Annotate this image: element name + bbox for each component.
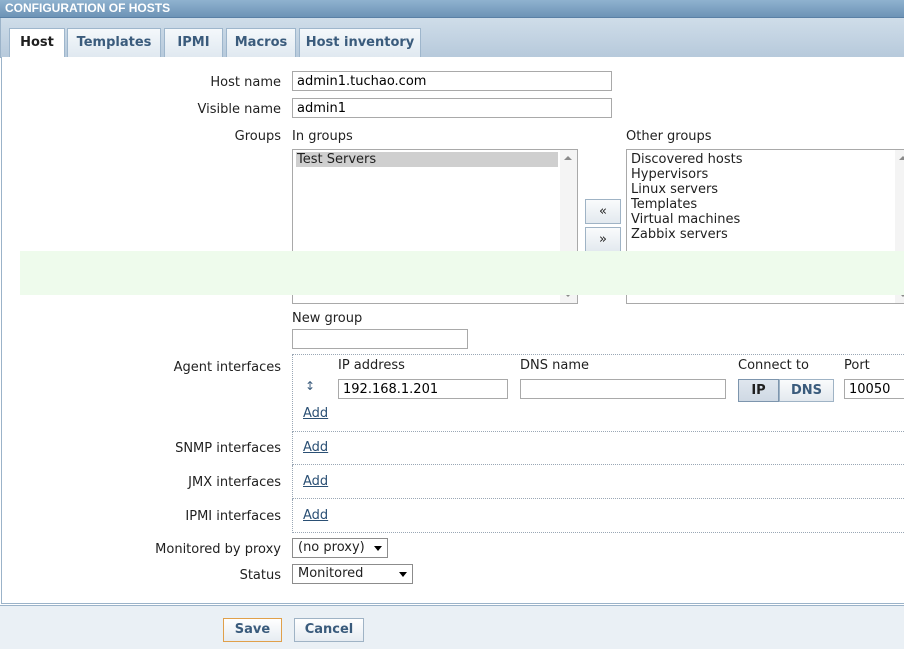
status-select[interactable]: Monitored <box>292 564 413 584</box>
snmp-interfaces-label: SNMP interfaces <box>175 441 281 456</box>
new-group-label: New group <box>292 311 363 326</box>
list-item[interactable]: Hypervisors <box>630 167 901 182</box>
visible-name-label: Visible name <box>197 102 281 117</box>
jmx-interfaces-label: JMX interfaces <box>188 475 281 490</box>
chevron-down-icon <box>374 546 382 551</box>
port-header: Port <box>844 358 870 373</box>
dns-name-header: DNS name <box>520 358 589 373</box>
list-item[interactable]: Templates <box>630 197 901 212</box>
host-name-label: Host name <box>210 75 281 90</box>
groups-label: Groups <box>234 129 281 144</box>
other-groups-label: Other groups <box>626 129 712 144</box>
add-agent-interface-link[interactable]: Add <box>303 406 328 421</box>
monitored-by-proxy-label: Monitored by proxy <box>155 542 281 557</box>
save-button[interactable]: Save <box>223 618 282 642</box>
list-item[interactable]: Discovered hosts <box>630 152 901 167</box>
agent-interfaces-label: Agent interfaces <box>173 360 281 375</box>
list-item[interactable]: Zabbix servers <box>630 227 901 242</box>
new-group-input[interactable] <box>292 329 468 349</box>
host-name-input[interactable] <box>292 71 612 91</box>
title-bar: CONFIGURATION OF HOSTS <box>0 0 904 18</box>
agent-ip-input[interactable] <box>338 379 508 399</box>
page-title: CONFIGURATION OF HOSTS <box>5 1 171 15</box>
move-left-button[interactable]: « <box>585 199 621 224</box>
cancel-button[interactable]: Cancel <box>294 618 364 642</box>
drag-handle-icon[interactable]: ↕ <box>305 379 315 393</box>
ipmi-interfaces-label: IPMI interfaces <box>185 509 281 524</box>
add-jmx-interface-link[interactable]: Add <box>303 474 328 489</box>
list-item[interactable]: Virtual machines <box>630 212 901 227</box>
tab-host[interactable]: Host <box>9 28 65 59</box>
connect-ip-button[interactable]: IP <box>738 379 779 402</box>
new-group-section <box>20 251 904 295</box>
agent-dns-input[interactable] <box>520 379 726 399</box>
ip-address-header: IP address <box>338 358 405 373</box>
connect-dns-button[interactable]: DNS <box>779 379 834 402</box>
tab-host-inventory[interactable]: Host inventory <box>299 28 421 58</box>
move-right-button[interactable]: » <box>585 227 621 252</box>
tab-ipmi[interactable]: IPMI <box>164 28 223 58</box>
add-ipmi-interface-link[interactable]: Add <box>303 508 328 523</box>
jmx-interfaces-box <box>292 465 904 499</box>
list-item[interactable]: Linux servers <box>630 182 901 197</box>
add-snmp-interface-link[interactable]: Add <box>303 440 328 455</box>
visible-name-input[interactable] <box>292 98 612 118</box>
tab-templates[interactable]: Templates <box>67 28 161 58</box>
tab-bar: Host Templates IPMI Macros Host inventor… <box>0 18 904 59</box>
connect-to-header: Connect to <box>738 358 809 373</box>
snmp-interfaces-box <box>292 432 904 465</box>
agent-port-input[interactable] <box>844 379 904 399</box>
proxy-select[interactable]: (no proxy) <box>292 538 388 558</box>
ipmi-interfaces-box <box>292 499 904 533</box>
status-label: Status <box>239 568 281 583</box>
action-bar: Save Cancel <box>0 605 904 649</box>
chevron-down-icon <box>399 572 407 577</box>
proxy-select-value: (no proxy) <box>298 540 365 555</box>
list-item[interactable]: Test Servers <box>296 152 558 167</box>
tab-macros[interactable]: Macros <box>226 28 296 58</box>
in-groups-label: In groups <box>292 129 353 144</box>
status-select-value: Monitored <box>298 566 364 581</box>
